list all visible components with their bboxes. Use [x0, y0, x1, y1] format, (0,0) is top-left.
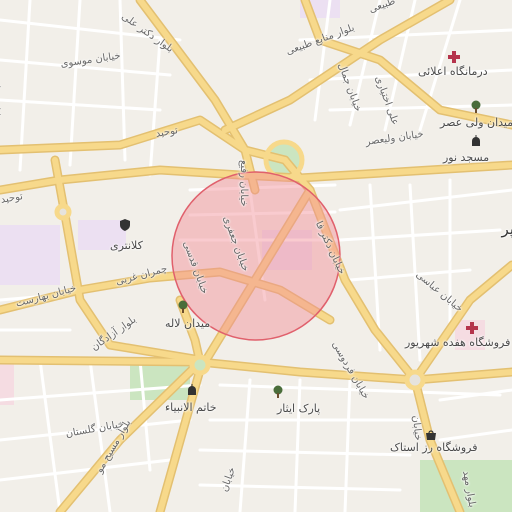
- poi-label-foroshgah-hefdah: فروشگاه هفده شهریور: [405, 336, 511, 349]
- roundabout: [404, 369, 426, 391]
- mosque-icon[interactable]: [469, 134, 483, 148]
- tree-icon[interactable]: [176, 300, 190, 314]
- road-label-khiaban-left: خیابان: [410, 414, 424, 442]
- tree-icon[interactable]: [271, 385, 285, 399]
- tree-icon[interactable]: [469, 100, 483, 114]
- roundabout: [54, 203, 72, 221]
- poi-label-darmangah-alai: درمانگاه اعلائی: [418, 65, 488, 78]
- road-label-khiaban-rafi: خیابان رفیع: [238, 160, 249, 207]
- police-icon[interactable]: [118, 218, 132, 232]
- poi-label-foroshgah-raz: فروشگاه رز استاک: [390, 441, 478, 454]
- edge-label: پر: [501, 220, 512, 238]
- poi-label-khatam-anbia: خاتم الانبیاء: [165, 401, 217, 414]
- mosque-icon[interactable]: [185, 383, 199, 397]
- roundabout: [189, 354, 211, 376]
- map-view[interactable]: بلوار دکتر علی خیابان موسوی بلوار منابع طب…: [0, 0, 512, 512]
- hospital-cross-icon[interactable]: [447, 50, 461, 64]
- poi-label-kalantari: کلانتری: [110, 239, 143, 252]
- poi-label-masjed-noor: مسجد نور: [443, 151, 490, 164]
- university-area: [0, 225, 60, 285]
- hospital-cross-icon[interactable]: [465, 321, 479, 335]
- poi-label-park-isar: پارک ایثار: [277, 402, 321, 415]
- poi-label-meydan-vali-asr: میدان ولی عصر: [440, 116, 512, 129]
- poi-label-meydan-laleh: میدان لاله: [165, 317, 211, 330]
